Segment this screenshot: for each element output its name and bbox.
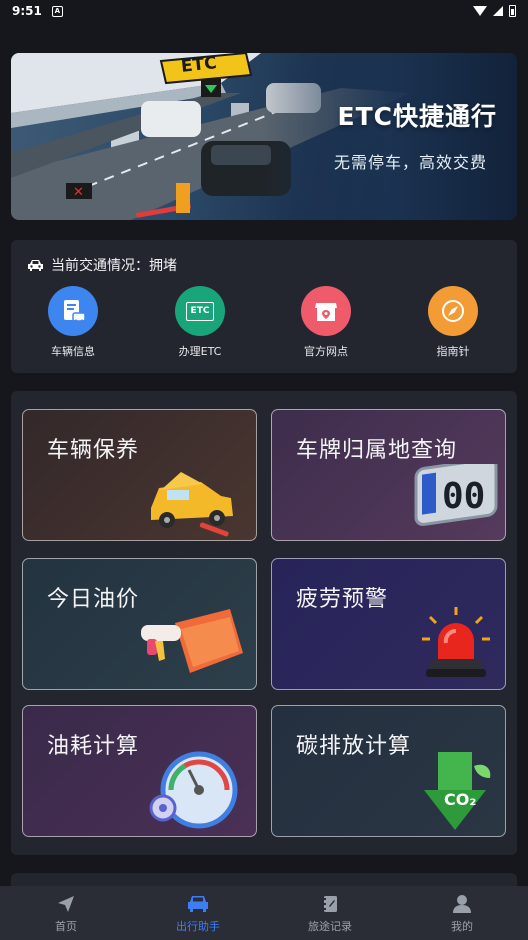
nav-label: 旅途记录 <box>308 920 352 933</box>
quick-label: 指南针 <box>436 345 470 358</box>
quick-etc-apply[interactable]: ETC 办理ETC <box>160 286 240 359</box>
user-icon <box>453 895 471 913</box>
fuel-nozzle-icon <box>141 609 243 673</box>
tile-label: 车牌归属地查询 <box>296 438 458 463</box>
quick-vehicle-info[interactable]: 车辆信息 <box>33 286 113 359</box>
bottom-nav: 首页 出行助手 旅途记录 我的 <box>0 886 528 940</box>
nav-trip-records[interactable]: 旅途记录 <box>264 886 396 940</box>
car-repair-icon <box>151 472 233 537</box>
signal-icon <box>493 6 503 16</box>
status-bar: 9:51 A <box>0 0 528 22</box>
traffic-card: 当前交通情况：拥堵 车辆信息 ETC 办理ETC 官方网点 指南针 <box>11 240 517 373</box>
traffic-value: 拥堵 <box>149 258 177 274</box>
quick-label: 官方网点 <box>304 345 348 358</box>
tile-label: 油耗计算 <box>47 734 140 759</box>
tile-fuel-consumption[interactable]: 油耗计算 <box>22 705 257 837</box>
etc-icon-text: ETC <box>186 301 214 321</box>
traffic-label: 当前交通情况： <box>51 258 149 274</box>
wifi-icon <box>473 6 487 16</box>
tools-grid: 车辆保养 车牌归属地查询 00 今日油价 疲劳预警 油耗计算 碳排放计算 CO₂ <box>11 391 517 855</box>
banner-title: ETC快捷通行 <box>337 102 497 131</box>
tile-fuel-price[interactable]: 今日油价 <box>22 558 257 690</box>
car-front-icon <box>188 896 208 912</box>
banner-subtitle: 无需停车，高效交费 <box>333 153 487 172</box>
vehicle-info-icon <box>48 286 98 336</box>
etc-banner[interactable]: ✕ ETC ETC快捷通行 无需停车，高效交费 <box>11 53 517 220</box>
nav-label: 我的 <box>451 920 473 933</box>
quick-compass[interactable]: 指南针 <box>413 286 493 359</box>
quick-label: 车辆信息 <box>51 345 95 358</box>
quick-label: 办理ETC <box>178 345 222 358</box>
etc-icon: ETC <box>175 286 225 336</box>
traffic-status: 当前交通情况：拥堵 <box>27 255 177 275</box>
battery-icon <box>509 5 516 17</box>
alarm-light-icon <box>422 607 490 677</box>
tile-vehicle-maintenance[interactable]: 车辆保养 <box>22 409 257 541</box>
fuel-gauge-icon <box>149 751 238 829</box>
svg-text:✕: ✕ <box>73 185 84 200</box>
quick-official-outlets[interactable]: 官方网点 <box>286 286 366 359</box>
nav-home[interactable]: 首页 <box>0 886 132 940</box>
tile-carbon-emission[interactable]: 碳排放计算 CO₂ <box>271 705 506 837</box>
nav-travel-assistant[interactable]: 出行助手 <box>132 886 264 940</box>
tile-label: 疲劳预警 <box>296 587 389 612</box>
nav-label: 首页 <box>55 920 77 933</box>
tile-label: 今日油价 <box>47 587 140 612</box>
notebook-icon <box>322 896 337 912</box>
etc-sign-text: ETC <box>180 53 218 77</box>
tile-label: 车辆保养 <box>47 438 140 463</box>
co2-text: CO₂ <box>444 790 477 809</box>
tile-plate-lookup[interactable]: 车牌归属地查询 00 <box>271 409 506 541</box>
plate-text: 00 <box>442 476 486 517</box>
tile-fatigue-warning[interactable]: 疲劳预警 <box>271 558 506 690</box>
car-icon <box>28 259 43 271</box>
toll-plaza-illustration: ✕ <box>11 53 517 220</box>
status-time: 9:51 <box>12 4 42 18</box>
compass-icon <box>428 286 478 336</box>
tile-label: 碳排放计算 <box>296 734 412 759</box>
store-location-icon <box>301 286 351 336</box>
paper-plane-icon <box>58 896 74 912</box>
nav-mine[interactable]: 我的 <box>396 886 528 940</box>
notification-icon: A <box>51 5 63 17</box>
nav-label: 出行助手 <box>176 920 220 933</box>
